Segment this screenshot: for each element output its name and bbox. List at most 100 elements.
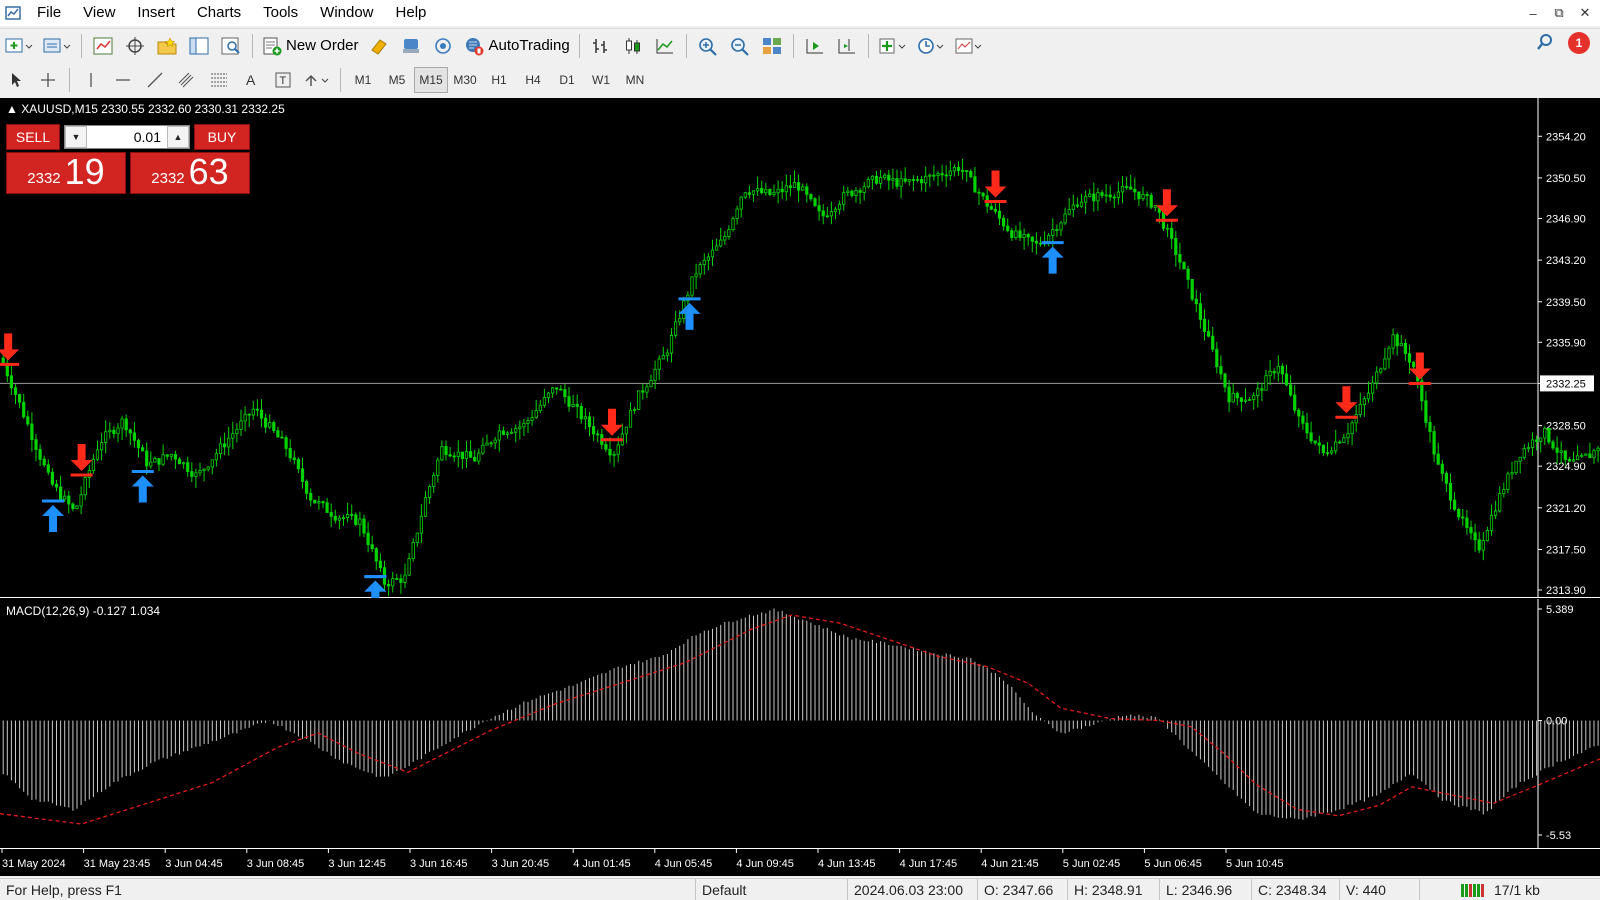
candle-body: [317, 501, 321, 504]
sell-button[interactable]: SELL: [6, 124, 60, 150]
time-tick-label: 4 Jun 21:45: [981, 858, 1038, 870]
templates-button[interactable]: [951, 32, 987, 60]
zoom-in-icon[interactable]: [693, 32, 723, 60]
status-spacer: [1419, 878, 1454, 900]
text-icon[interactable]: A: [236, 66, 266, 94]
data-window-icon[interactable]: [120, 32, 150, 60]
timeframe-w1[interactable]: W1: [584, 67, 618, 93]
close-icon[interactable]: ✕: [1574, 5, 1596, 21]
new-chart-button[interactable]: [1, 32, 37, 60]
search-icon[interactable]: [1536, 33, 1554, 54]
restore-icon[interactable]: ⧉: [1548, 5, 1570, 21]
arrows-dropdown-icon[interactable]: [300, 66, 334, 94]
candle-body: [1325, 452, 1330, 455]
candle-body: [259, 409, 264, 419]
market-watch-icon[interactable]: [88, 32, 118, 60]
time-tick-label: 3 Jun 08:45: [247, 858, 304, 870]
buy-price-button[interactable]: 2332 63: [130, 152, 250, 194]
candle-body: [1330, 450, 1334, 454]
collapse-triangle-icon[interactable]: ▲: [6, 102, 18, 116]
candle-body: [309, 492, 313, 501]
timeframe-m30[interactable]: M30: [448, 67, 482, 93]
candle-body: [1084, 195, 1088, 203]
candle-body: [1309, 432, 1313, 442]
candle-body: [1522, 448, 1526, 458]
sell-price-main: 2332: [27, 170, 61, 187]
candle-body: [83, 477, 87, 496]
candle-body: [341, 517, 346, 519]
cursor-icon[interactable]: [1, 66, 31, 94]
one-click-trading-panel: SELL ▼ 0.01 ▲ BUY 2332 19 2332 63: [6, 124, 250, 194]
candlestick-chart-icon[interactable]: [618, 32, 648, 60]
trendline-icon[interactable]: [140, 66, 170, 94]
fibonacci-icon[interactable]: [204, 66, 234, 94]
community-icon[interactable]: [428, 32, 458, 60]
timeframe-h4[interactable]: H4: [516, 67, 550, 93]
timeframe-h1[interactable]: H1: [482, 67, 516, 93]
strategy-tester-icon[interactable]: [216, 32, 246, 60]
terminal-icon[interactable]: [184, 32, 214, 60]
price-tick-label: 2339.50: [1546, 297, 1586, 309]
timeframe-mn[interactable]: MN: [618, 67, 652, 93]
autotrading-button[interactable]: AutoTrading: [460, 32, 573, 60]
candle-body: [227, 437, 231, 448]
metaeditor-icon[interactable]: [364, 32, 394, 60]
lot-increase-icon[interactable]: ▲: [167, 126, 189, 148]
candle-body: [551, 387, 555, 394]
menu-help[interactable]: Help: [385, 0, 438, 26]
new-order-button[interactable]: New Order: [259, 32, 362, 60]
candle-body: [423, 497, 428, 517]
profiles-button[interactable]: [39, 32, 75, 60]
navigator-icon[interactable]: [152, 32, 182, 60]
tile-windows-icon[interactable]: [757, 32, 787, 60]
candle-body: [1567, 459, 1571, 462]
menu-charts[interactable]: Charts: [186, 0, 252, 26]
menu-tools[interactable]: Tools: [252, 0, 309, 26]
candle-body: [38, 449, 42, 460]
candle-body: [747, 192, 752, 195]
zoom-out-icon[interactable]: [725, 32, 755, 60]
metatrader-window: File View Insert Charts Tools Window Hel…: [0, 0, 1600, 900]
timeframe-m1[interactable]: M1: [346, 67, 380, 93]
periods-button[interactable]: [913, 32, 949, 60]
candle-body: [354, 514, 358, 525]
timeframe-m15[interactable]: M15: [414, 67, 448, 93]
sell-price-big: 19: [64, 151, 105, 192]
bar-chart-icon[interactable]: [586, 32, 616, 60]
signals-icon[interactable]: [396, 32, 426, 60]
candle-body: [977, 191, 981, 194]
minimize-icon[interactable]: –: [1522, 6, 1544, 21]
chart-window[interactable]: 2354.20 2350.50 2346.90 2343.20 2339.50 2335.…: [0, 98, 1600, 876]
equidistant-channel-icon[interactable]: [172, 66, 202, 94]
notifications-badge[interactable]: 1: [1568, 32, 1590, 54]
buy-button[interactable]: BUY: [194, 124, 250, 150]
vertical-line-icon[interactable]: [76, 66, 106, 94]
auto-scroll-icon[interactable]: [800, 32, 830, 60]
menu-window[interactable]: Window: [309, 0, 384, 26]
timeframe-d1[interactable]: D1: [550, 67, 584, 93]
menu-insert[interactable]: Insert: [126, 0, 186, 26]
candle-body: [862, 186, 866, 193]
lot-input[interactable]: 0.01: [87, 129, 167, 145]
menu-file[interactable]: File: [26, 0, 72, 26]
status-connection[interactable]: 17/1 kb: [1454, 879, 1546, 900]
chart-shift-icon[interactable]: [832, 32, 862, 60]
status-profile[interactable]: Default: [695, 878, 847, 900]
menu-view[interactable]: View: [72, 0, 126, 26]
horizontal-line-icon[interactable]: [108, 66, 138, 94]
candle-body: [993, 208, 998, 212]
indicators-button[interactable]: [875, 32, 911, 60]
timeframe-m5[interactable]: M5: [380, 67, 414, 93]
macd-chart[interactable]: 5.3890.00-5.53: [0, 599, 1600, 849]
lot-decrease-icon[interactable]: ▼: [65, 126, 87, 148]
candle-body: [1088, 193, 1092, 197]
candle-body: [1, 357, 5, 364]
sell-price-button[interactable]: 2332 19: [6, 152, 126, 194]
crosshair-icon[interactable]: [33, 66, 63, 94]
candle-body: [956, 166, 961, 171]
text-label-icon[interactable]: T: [268, 66, 298, 94]
candle-body: [1112, 196, 1116, 199]
line-chart-icon[interactable]: [650, 32, 680, 60]
candle-body: [1510, 472, 1514, 475]
candle-body: [1067, 209, 1071, 215]
